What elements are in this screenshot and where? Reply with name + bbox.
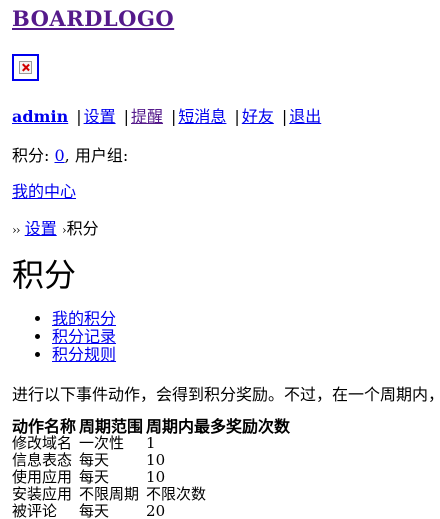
table-row: 安装应用 不限周期 不限次数 (12, 486, 293, 503)
subnav-item: 积分规则 (52, 346, 116, 364)
subnav-link-my-credits[interactable]: 我的积分 (52, 309, 116, 328)
subnav-item: 积分记录 (52, 328, 116, 346)
column-header-cycle: 周期范围 (79, 417, 144, 436)
table-row: 被评论 每天 20 (12, 503, 293, 519)
broken-image-glyph (19, 61, 32, 74)
user-group-label: , 用户组: (64, 146, 129, 165)
credits-label: 积分: (12, 146, 55, 165)
my-center-link[interactable]: 我的中心 (12, 178, 76, 202)
breadcrumb-link-settings[interactable]: 设置 (25, 219, 57, 238)
nav-separator: | (281, 107, 288, 126)
cell-max-rewards: 10 (146, 451, 166, 469)
broken-image-icon[interactable] (12, 54, 39, 81)
breadcrumb: ›› 设置 ›积分 (12, 215, 99, 239)
cell-action: 被评论 (12, 502, 58, 519)
username-link[interactable]: admin (12, 107, 68, 126)
cell-action: 使用应用 (12, 468, 73, 486)
table-header-row: 动作名称 周期范围 周期内最多奖励次数 (12, 418, 293, 435)
nav-separator: | (234, 107, 240, 126)
credits-subnav: 我的积分 积分记录 积分规则 (12, 310, 116, 364)
breadcrumb-leading-arrows: ›› (12, 223, 21, 237)
subnav-link-credit-rules[interactable]: 积分规则 (52, 345, 116, 364)
cell-cycle: 一次性 (79, 434, 125, 452)
cell-cycle: 每天 (79, 451, 110, 469)
nav-link-logout[interactable]: 退出 (289, 107, 321, 126)
nav-link-messages[interactable]: 短消息 (178, 107, 226, 126)
nav-link-friends[interactable]: 好友 (242, 107, 274, 126)
cell-max-rewards: 1 (146, 434, 156, 452)
cell-cycle: 每天 (79, 502, 110, 519)
table-row: 信息表态 每天 10 (12, 452, 293, 469)
credits-value-link[interactable]: 0 (54, 146, 64, 165)
nav-link-reminders[interactable]: 提醒 (131, 107, 163, 126)
nav-separator: | (76, 107, 82, 126)
intro-text: 进行以下事件动作，会得到积分奖励。不过，在一个周期内， (12, 385, 440, 404)
page: BOARDLOGO admin | 设置 | 提醒 | 短消息 | 好友 | 退出 积分: 0, 用… (0, 0, 440, 519)
nav-link-settings[interactable]: 设置 (84, 107, 116, 126)
breadcrumb-current: 积分 (66, 219, 99, 238)
cell-action: 修改域名 (12, 434, 73, 452)
cell-cycle: 不限周期 (79, 485, 140, 503)
credit-rules-table: 动作名称 周期范围 周期内最多奖励次数 修改域名 一次性 1 信息表态 每天 1… (12, 418, 293, 519)
cell-max-rewards: 10 (146, 468, 166, 486)
nav-separator: | (123, 107, 129, 126)
column-header-max-rewards: 周期内最多奖励次数 (146, 417, 291, 436)
table-row: 修改域名 一次性 1 (12, 435, 293, 452)
cell-action: 信息表态 (12, 451, 73, 469)
cell-action: 安装应用 (12, 485, 73, 503)
board-logo-link[interactable]: BOARDLOGO (12, 6, 174, 31)
table-row: 使用应用 每天 10 (12, 469, 293, 486)
subnav-item: 我的积分 (52, 310, 116, 328)
nav-separator: | (171, 107, 177, 126)
cell-max-rewards: 20 (146, 502, 166, 519)
user-nav: admin | 设置 | 提醒 | 短消息 | 好友 | 退出 (12, 103, 321, 127)
page-title: 积分 (12, 256, 77, 294)
cell-max-rewards: 不限次数 (146, 485, 207, 503)
subnav-link-credit-log[interactable]: 积分记录 (52, 327, 116, 346)
credits-line: 积分: 0, 用户组: (12, 142, 128, 166)
cell-cycle: 每天 (79, 468, 110, 486)
column-header-action: 动作名称 (12, 417, 77, 436)
